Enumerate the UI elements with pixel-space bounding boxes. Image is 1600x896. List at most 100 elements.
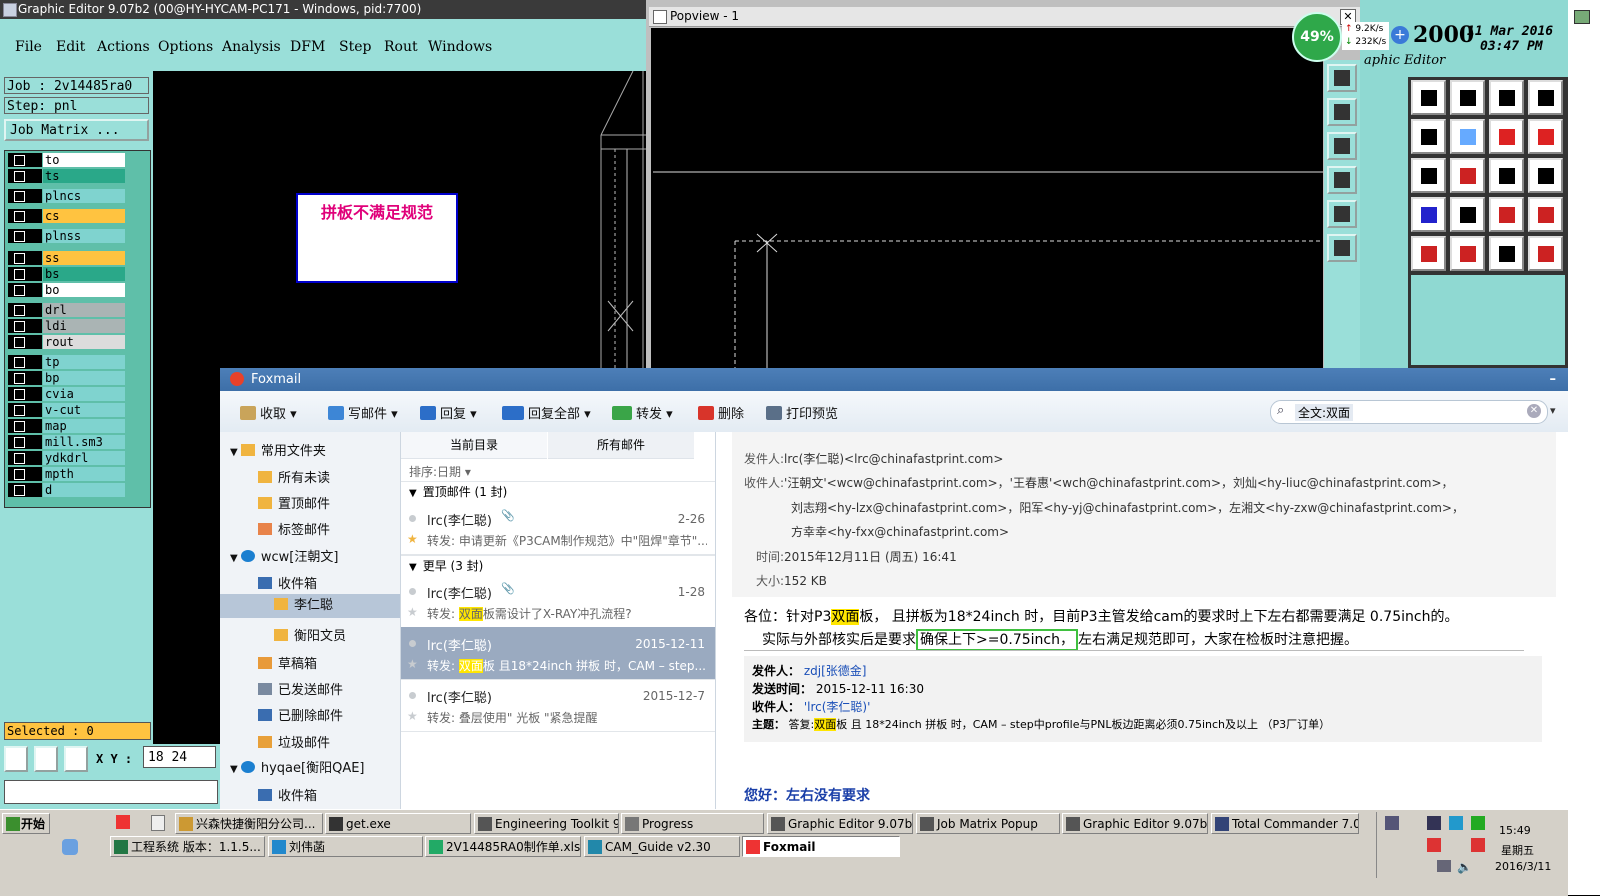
layer-checkbox-area[interactable] — [8, 355, 42, 369]
layer-row[interactable]: drl — [8, 303, 128, 317]
star-icon[interactable]: ★ — [407, 605, 418, 619]
layer-name[interactable]: map — [43, 419, 125, 433]
pv-tool-2[interactable] — [1327, 98, 1357, 126]
foxmail-tray-icon[interactable] — [1471, 838, 1485, 852]
taskbar-button[interactable]: Total Commander 7.0 ... — [1211, 813, 1359, 834]
layer-checkbox-area[interactable] — [8, 153, 42, 167]
tool-button-5[interactable] — [1411, 119, 1446, 154]
layer-checkbox[interactable] — [14, 389, 25, 400]
tool-button-17[interactable] — [1411, 236, 1446, 271]
layer-checkbox[interactable] — [14, 285, 25, 296]
layer-name[interactable]: plnss — [43, 229, 125, 243]
layer-name[interactable]: bs — [43, 267, 125, 281]
folder-0[interactable]: ▼ 常用文件夹 — [230, 440, 326, 459]
layer-name[interactable]: ldi — [43, 319, 125, 333]
reply-button[interactable]: 回复 ▾ — [420, 403, 477, 422]
layer-name[interactable]: tp — [43, 355, 125, 369]
layer-checkbox[interactable] — [14, 211, 25, 222]
layer-name[interactable]: mpth — [43, 467, 125, 481]
tool-button-7[interactable] — [1489, 119, 1524, 154]
tool-button-14[interactable] — [1450, 197, 1485, 232]
clear-search-icon[interactable]: ✕ — [1527, 404, 1541, 418]
menu-dfm[interactable]: DFM — [290, 39, 325, 55]
folder-5[interactable]: 收件箱 — [258, 573, 317, 592]
layer-checkbox-area[interactable] — [8, 335, 42, 349]
layer-checkbox-area[interactable] — [8, 209, 42, 223]
layer-checkbox[interactable] — [14, 171, 25, 182]
menu-windows[interactable]: Windows — [428, 39, 492, 55]
mail-from[interactable]: lrc(李仁聪)<lrc@chinafastprint.com> — [784, 452, 1003, 466]
layer-name[interactable]: mill.sm3 — [43, 435, 125, 449]
tool-button-13[interactable] — [1411, 197, 1446, 232]
message-row[interactable]: ★ lrc(李仁聪) 2015-12-11 转发: 双面板 且18*24inch 拼板… — [401, 627, 715, 680]
message-row[interactable]: ★ lrc(李仁聪) 2015-12-7 转发: 叠层使用" 光板 "紧急提醒 — [401, 679, 715, 732]
print-preview-button[interactable]: 打印预览 — [766, 403, 838, 422]
taskbar-button[interactable]: 兴森快捷衡阳分公司... — [175, 813, 323, 834]
pv-tool-4[interactable] — [1327, 166, 1357, 194]
layer-checkbox-area[interactable] — [8, 371, 42, 385]
layer-name[interactable]: rout — [43, 335, 125, 349]
layer-name[interactable]: bp — [43, 371, 125, 385]
folder-3[interactable]: 标签邮件 — [258, 519, 330, 538]
layer-name[interactable]: to — [43, 153, 125, 167]
layer-checkbox-area[interactable] — [8, 283, 42, 297]
graphic-editor-titlebar[interactable]: Graphic Editor 9.07b2 (00@HY-HYCAM-PC171… — [0, 0, 655, 19]
taskbar-button[interactable]: Progress — [621, 813, 764, 834]
layer-row[interactable]: ydkdrl — [8, 451, 128, 465]
tool-button-12[interactable] — [1528, 158, 1563, 193]
pv-tool-1[interactable] — [1327, 64, 1357, 92]
delete-button[interactable]: 删除 — [698, 403, 744, 422]
layer-row[interactable]: ts — [8, 169, 128, 183]
layer-checkbox-area[interactable] — [8, 467, 42, 481]
mail-to-line-3[interactable]: 方幸幸<hy-fxx@chinafastprint.com> — [791, 523, 1009, 540]
layer-checkbox[interactable] — [14, 421, 25, 432]
layer-checkbox[interactable] — [14, 357, 25, 368]
message-row[interactable]: ★ lrc(李仁聪) 2-26 转发: 申请更新《P3CAM制作规范》中"阻焊"章节"… — [401, 502, 715, 555]
pv-tool-5[interactable] — [1327, 200, 1357, 228]
layer-checkbox-area[interactable] — [8, 267, 42, 281]
layer-row[interactable]: cvia — [8, 387, 128, 401]
taskbar-button[interactable]: Job Matrix Popup — [916, 813, 1060, 834]
layer-row[interactable]: map — [8, 419, 128, 433]
ge-command-field[interactable] — [4, 780, 218, 804]
taskbar-button[interactable]: get.exe — [325, 813, 471, 834]
layer-checkbox-area[interactable] — [8, 451, 42, 465]
taskbar-button[interactable]: Engineering Toolkit 9.0... — [474, 813, 619, 834]
expand-icon[interactable]: ▼ — [230, 764, 241, 775]
volume-icon[interactable]: 🔈 — [1457, 860, 1472, 874]
layer-row[interactable]: mill.sm3 — [8, 435, 128, 449]
tool-button-4[interactable] — [1528, 80, 1563, 115]
layer-checkbox-area[interactable] — [8, 169, 42, 183]
tool-button-11[interactable] — [1489, 158, 1524, 193]
layer-checkbox[interactable] — [14, 231, 25, 242]
layer-checkbox[interactable] — [14, 405, 25, 416]
layer-checkbox[interactable] — [14, 321, 25, 332]
compose-button[interactable]: 写邮件 ▾ — [328, 403, 398, 422]
security-shield-icon[interactable] — [1471, 816, 1485, 830]
folder-8[interactable]: 草稿箱 — [258, 653, 317, 672]
layer-name[interactable]: bo — [43, 283, 125, 297]
layer-checkbox[interactable] — [14, 453, 25, 464]
taskbar-button[interactable]: 刘伟菡 — [268, 836, 423, 857]
menu-edit[interactable]: Edit — [56, 39, 85, 55]
cpu-usage-gauge[interactable]: 49% — [1292, 12, 1342, 62]
minimize-button[interactable]: – — [1550, 368, 1557, 391]
folder-7[interactable]: 衡阳文员 — [274, 625, 346, 644]
mail-to-line-2[interactable]: 刘志翔<hy-lzx@chinafastprint.com>，阳军<hy-yj@… — [791, 499, 1464, 516]
layer-checkbox[interactable] — [14, 155, 25, 166]
taskbar-button[interactable]: CAM_Guide v2.30 — [584, 836, 740, 857]
folder-12[interactable]: ▼ hyqae[衡阳QAE] — [230, 757, 365, 776]
display-icon[interactable] — [1437, 860, 1451, 872]
expand-icon[interactable]: ▼ — [230, 447, 241, 458]
taskbar-button[interactable]: 2V14485RA0制作单.xls ... — [425, 836, 581, 857]
tool-button-16[interactable] — [1528, 197, 1563, 232]
mail-to-line-1[interactable]: '汪朝文'<wcw@chinafastprint.com>，'王春惠'<wch@… — [784, 476, 1453, 490]
layer-checkbox-area[interactable] — [8, 189, 42, 203]
layer-checkbox[interactable] — [14, 305, 25, 316]
zoom-fit-button[interactable] — [4, 746, 28, 772]
layer-checkbox-area[interactable] — [8, 403, 42, 417]
layer-checkbox[interactable] — [14, 373, 25, 384]
folder-1[interactable]: 所有未读 — [258, 467, 330, 486]
tray-icon-2[interactable] — [1427, 838, 1441, 852]
layer-name[interactable]: ss — [43, 251, 125, 265]
